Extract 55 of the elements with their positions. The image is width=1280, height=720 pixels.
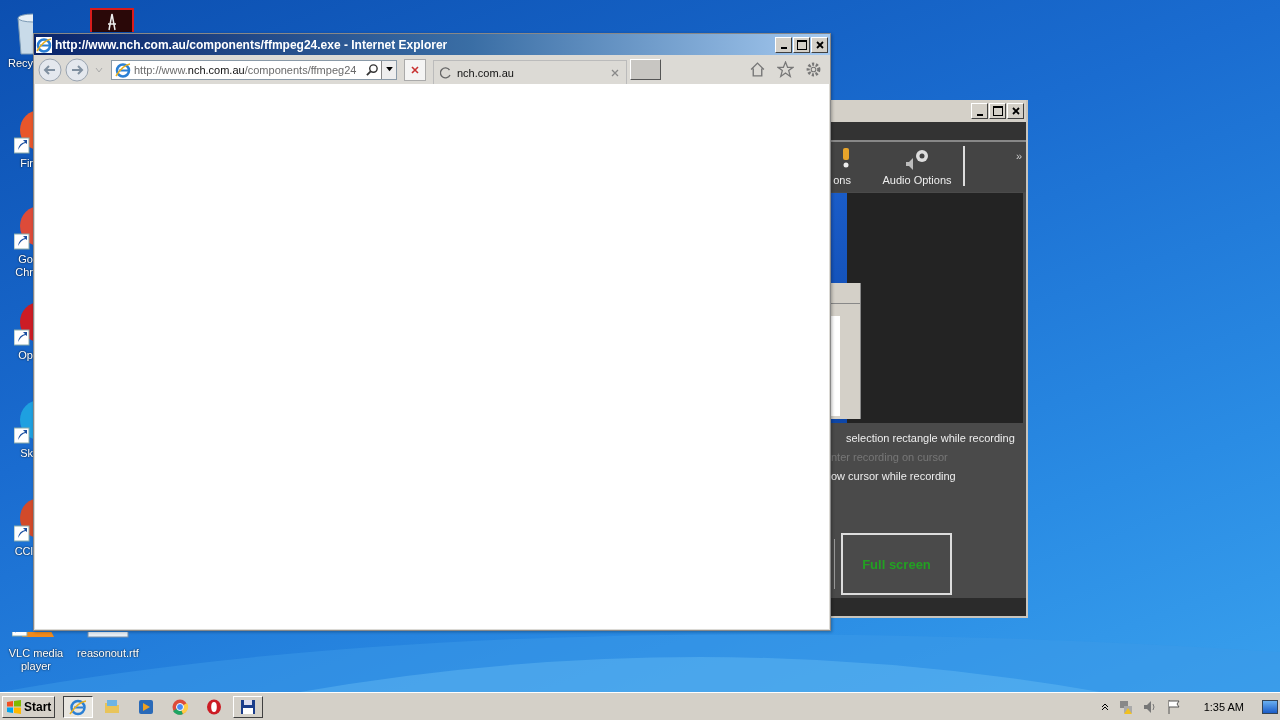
option-label: selection rectangle while recording [846, 432, 1016, 445]
icon-label: Sk [20, 447, 33, 460]
close-icon [814, 39, 825, 50]
start-button[interactable]: Start [2, 695, 56, 718]
close-tab-icon[interactable] [610, 67, 620, 78]
pdf-app-icon[interactable] [90, 8, 134, 32]
search-icon[interactable] [366, 63, 379, 76]
dropdown-button[interactable] [381, 60, 396, 79]
close-icon [1010, 106, 1021, 116]
browser-icon [115, 61, 131, 78]
icon-label: Op [18, 349, 33, 362]
opera-icon [205, 697, 224, 716]
icon-label: CCl [14, 545, 33, 558]
window-title: http://www.nch.com.au/components/ffmpeg24.exe - Internet Explorer [55, 37, 448, 52]
chevron-up-icon[interactable] [1099, 701, 1110, 712]
bulb-icon [841, 148, 851, 170]
icon-label: Go [18, 253, 33, 266]
icon-label: Recy [7, 57, 33, 70]
forward-button[interactable] [65, 57, 89, 82]
icon-label: reasonout.rtf [77, 647, 139, 660]
more-button[interactable]: » [1011, 150, 1026, 162]
browser-tab[interactable]: nch.com.au [433, 60, 627, 84]
stop-icon [410, 64, 420, 75]
browser-icon [69, 697, 88, 716]
play-icon [137, 697, 156, 716]
icon-label: VLC media [8, 647, 64, 660]
settings-icon[interactable] [805, 61, 822, 78]
option-label: ow cursor while recording [831, 470, 957, 483]
address-field[interactable]: http://www.nch.com.au/components/ffmpeg24 [111, 59, 397, 80]
star-icon[interactable] [777, 61, 794, 78]
maximize-button[interactable] [793, 36, 810, 53]
show-desktop-button[interactable] [1262, 699, 1278, 714]
clock[interactable]: 1:35 AM [1203, 700, 1244, 713]
icon-label: Chr [15, 266, 33, 279]
new-tab-button[interactable] [630, 59, 661, 80]
close-button[interactable] [811, 36, 828, 53]
toolbar-button[interactable]: ons [831, 142, 851, 192]
windows-logo-icon [6, 698, 22, 715]
flag-icon[interactable] [1165, 698, 1182, 715]
minimize-button[interactable] [971, 103, 988, 119]
back-button[interactable] [38, 57, 62, 82]
tab-title: nch.com.au [457, 66, 515, 79]
home-icon[interactable] [749, 61, 766, 78]
browser-icon [36, 36, 52, 53]
icon-label: Fir [20, 157, 33, 170]
chrome-icon [171, 697, 190, 716]
folder-icon [103, 697, 122, 716]
caret-icon [385, 67, 393, 72]
close-button[interactable] [1007, 103, 1024, 119]
minimize-button[interactable] [775, 36, 792, 53]
toolbar-button[interactable]: Audio Options [879, 142, 955, 192]
taskbar-button[interactable] [63, 695, 94, 718]
maximize-button[interactable] [989, 103, 1006, 119]
stop-button[interactable] [404, 58, 426, 81]
icon-label: player [21, 660, 51, 673]
